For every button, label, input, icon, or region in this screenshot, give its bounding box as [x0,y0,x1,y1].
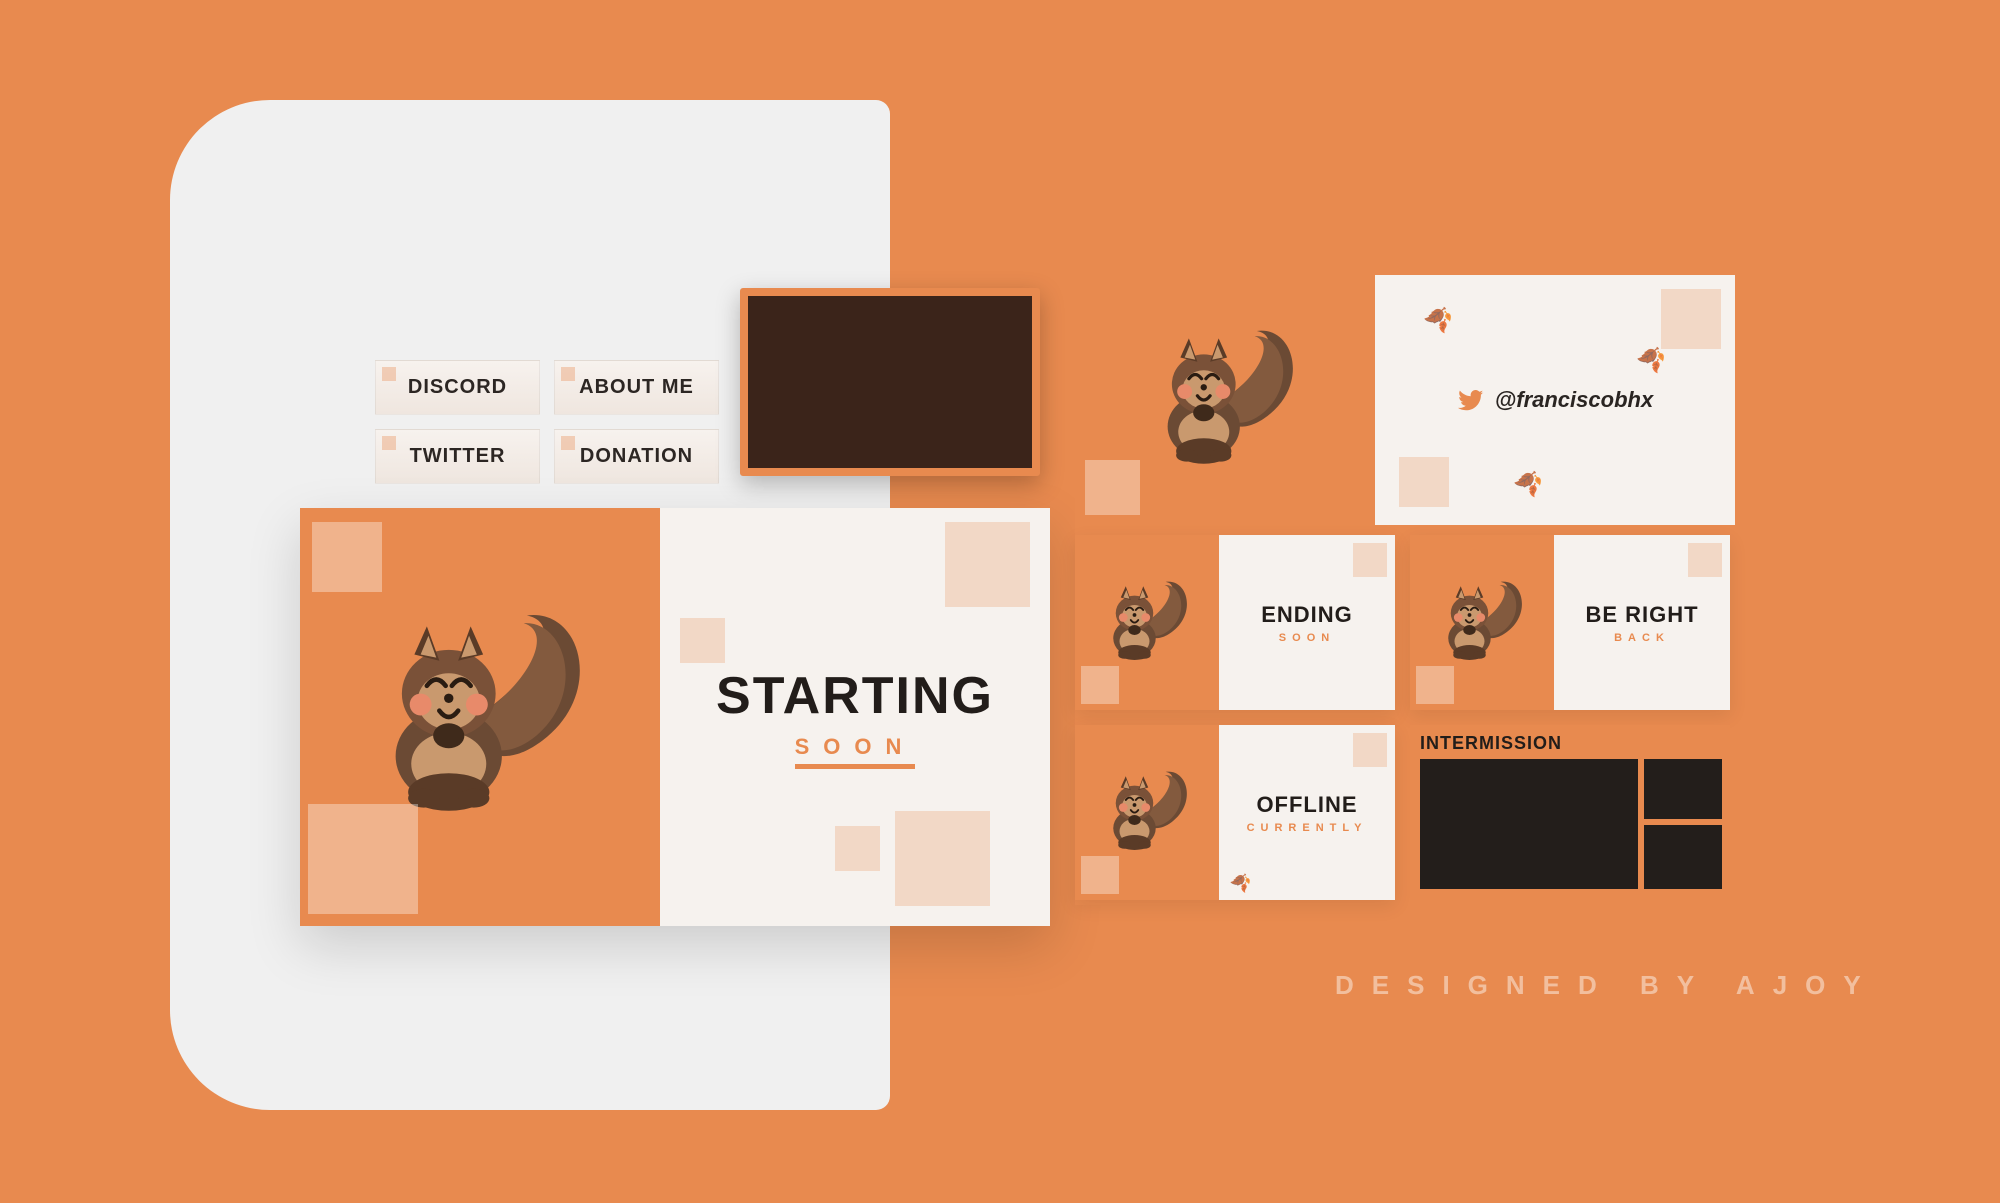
intermission-side-box-1 [1644,759,1722,819]
offline-title: OFFLINE [1256,792,1357,818]
twitter-banner: 🍂 🍂 🍂 @franciscobhx [1375,275,1735,525]
starting-soon-text-side: STARTING SOON [660,508,1050,926]
squirrel-mascot-icon [1097,755,1197,870]
donation-panel[interactable]: DONATION [554,429,719,484]
squirrel-mascot-icon [1140,305,1310,495]
intermission-label: INTERMISSION [1420,733,1562,754]
intermission-main-box [1420,759,1638,889]
offline-sub: CURRENTLY [1247,822,1368,834]
discord-panel-label: DISCORD [408,376,507,399]
ending-sub: SOON [1279,632,1335,644]
squirrel-mascot-icon [1097,565,1197,680]
squirrel-mascot-icon [1432,565,1532,680]
be-right-back-tile: BE RIGHT BACK [1410,535,1730,710]
beright-title: BE RIGHT [1585,602,1698,628]
beright-sub: BACK [1614,632,1670,644]
starting-sub: SOON [795,734,916,769]
intermission-tile: INTERMISSION [1410,725,1730,900]
mosaic-mascot [1075,275,1375,525]
starting-title: STARTING [716,666,994,726]
starting-soon-mascot-side [300,508,660,926]
ending-title: ENDING [1261,602,1353,628]
starting-soon-card: STARTING SOON [300,508,1050,926]
aboutme-panel[interactable]: ABOUT ME [554,360,719,415]
twitter-panel[interactable]: TWITTER [375,429,540,484]
donation-panel-label: DONATION [580,445,693,468]
twitter-handle: @franciscobhx [1495,387,1653,413]
webcam-frame [740,288,1040,476]
designer-credit: DESIGNED BY AJOY [1335,970,1879,1001]
aboutme-panel-label: ABOUT ME [579,376,694,399]
panel-buttons-grid: DISCORD ABOUT ME TWITTER DONATION [375,360,719,484]
discord-panel[interactable]: DISCORD [375,360,540,415]
twitter-icon [1457,386,1485,414]
ending-soon-tile: ENDING SOON [1075,535,1395,710]
overlay-mosaic: 🍂 🍂 🍂 @franciscobhx ENDING SOON BE RIGHT… [1075,275,1735,905]
offline-tile: 🍂 OFFLINE CURRENTLY [1075,725,1395,900]
twitter-panel-label: TWITTER [410,445,506,468]
intermission-side-box-2 [1644,825,1722,889]
